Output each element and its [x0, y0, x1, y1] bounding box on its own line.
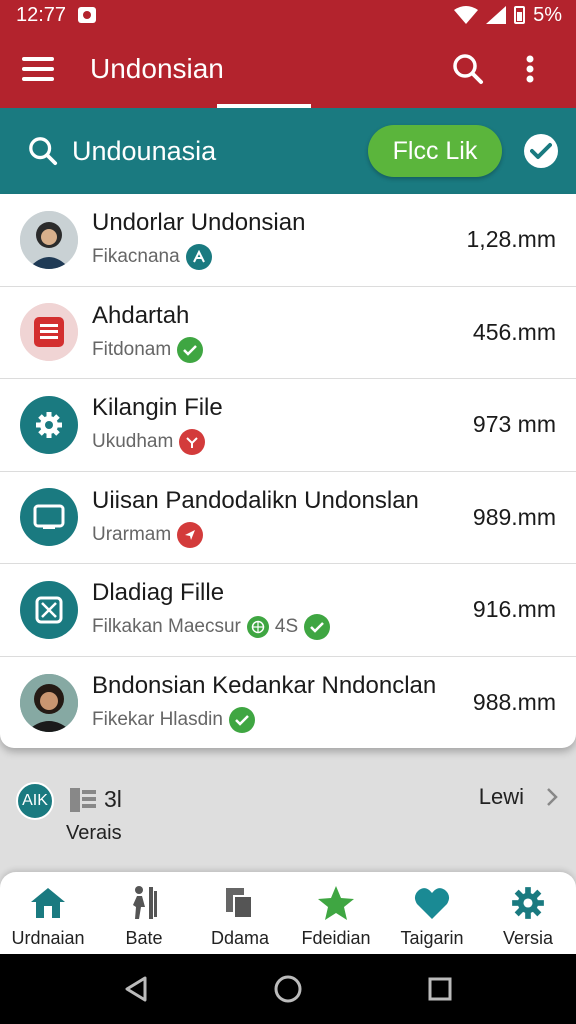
recents-icon[interactable] — [420, 969, 460, 1009]
file-subtitle: Filkakan Maecsur — [92, 616, 241, 638]
stack-icon — [70, 788, 96, 812]
file-extra: 4S — [274, 616, 299, 638]
battery-icon — [514, 6, 526, 24]
app-bar: Undonsian — [0, 30, 576, 108]
file-title: Kilangin File — [92, 394, 223, 422]
count-text: 3l — [104, 786, 122, 812]
star-icon — [317, 884, 355, 922]
nav-label: Urdnaian — [11, 928, 85, 948]
nav-label: Versia — [502, 928, 554, 948]
file-row[interactable]: Uiisan Pandodalikn Undonslan Urarmam 989… — [0, 472, 576, 564]
notification-icon — [78, 7, 97, 23]
nav-item-home[interactable]: Urdnaian — [0, 872, 96, 954]
nav-item-favorites[interactable]: Fdeidian — [288, 872, 384, 954]
heart-icon — [414, 884, 450, 922]
documents-icon — [224, 884, 256, 922]
view-more-label: Lewi — [478, 784, 524, 809]
image-box-icon — [20, 580, 78, 639]
file-size: 916.mm — [472, 596, 556, 623]
send-icon — [177, 521, 204, 548]
bottom-nav: Urdnaian Bate Ddama Fdeidian Taigarin Ve… — [0, 872, 576, 954]
account-badge[interactable]: AIK — [16, 782, 54, 820]
person-photo-icon — [20, 210, 78, 269]
file-row[interactable]: Undorlar Undonsian Fikacnana 1,28.mm — [0, 194, 576, 287]
nav-item-heart[interactable]: Taigarin — [384, 872, 480, 954]
screen-icon — [20, 488, 78, 547]
search-input[interactable]: Undounasia — [72, 136, 368, 167]
file-size: 1,28.mm — [466, 226, 556, 253]
share-icon — [179, 429, 206, 456]
status-bar: 12:77 5% — [0, 0, 576, 30]
signal-icon — [486, 6, 507, 24]
file-size: 456.mm — [472, 318, 556, 345]
check-icon — [304, 614, 331, 641]
system-nav — [0, 954, 576, 1024]
file-size: 989.mm — [472, 503, 556, 530]
person-photo-icon — [20, 673, 78, 732]
app-title: Undonsian — [90, 53, 224, 84]
file-size: 988.mm — [472, 689, 556, 716]
gear-icon — [20, 395, 78, 454]
share-icon — [185, 244, 212, 271]
file-row[interactable]: Bndonsian Kedankar Nndonclan Fikekar Hla… — [0, 657, 576, 749]
nav-item-bate[interactable]: Bate — [96, 872, 192, 954]
search-bar: Undounasia Flcc Lik — [0, 108, 576, 194]
nav-label: Taigarin — [400, 928, 464, 948]
file-size: 973 mm — [472, 411, 556, 438]
globe-icon — [246, 616, 269, 639]
file-title: Ahdartah — [92, 301, 190, 329]
file-subtitle: Urarmam — [92, 523, 172, 545]
chevron-right-icon — [547, 788, 558, 806]
more-options-icon[interactable] — [506, 45, 554, 93]
file-title: Dladiag Fille — [92, 579, 225, 607]
menu-icon[interactable] — [22, 57, 54, 81]
search-icon[interactable] — [444, 45, 492, 93]
home-icon — [29, 884, 67, 922]
wifi-icon — [454, 6, 479, 24]
file-row[interactable]: Kilangin File Ukudham 973 mm — [0, 379, 576, 472]
document-icon — [20, 303, 78, 362]
check-icon — [228, 707, 255, 734]
check-icon[interactable] — [524, 134, 558, 168]
nav-label: Fdeidian — [301, 928, 371, 948]
nav-item-ddama[interactable]: Ddama — [192, 872, 288, 954]
check-icon — [177, 336, 204, 363]
nav-label: Bate — [125, 928, 163, 948]
status-time: 12:77 — [16, 3, 67, 26]
search-icon — [29, 137, 58, 166]
summary-section: AIK 3l Verais Lewi — [0, 770, 576, 860]
file-list: Undorlar Undonsian Fikacnana 1,28.mm Ahd… — [0, 194, 576, 748]
file-title: Uiisan Pandodalikn Undonslan — [92, 486, 419, 514]
walking-person-icon — [127, 884, 161, 922]
file-subtitle: Ukudham — [92, 431, 174, 453]
file-subtitle: Fitdonam — [92, 338, 172, 360]
nav-item-settings[interactable]: Versia — [480, 872, 576, 954]
home-button-icon[interactable] — [268, 969, 308, 1009]
gear-icon — [511, 884, 545, 922]
filter-button[interactable]: Flcc Lik — [368, 125, 502, 177]
file-row[interactable]: Dladiag Fille Filkakan Maecsur 4S 916.mm — [0, 564, 576, 657]
file-subtitle: Fikacnana — [92, 246, 180, 268]
file-row[interactable]: Ahdartah Fitdonam 456.mm — [0, 287, 576, 379]
versions-label: Verais — [66, 822, 122, 844]
file-title: Bndonsian Kedankar Nndonclan — [92, 672, 437, 700]
back-icon[interactable] — [116, 969, 156, 1009]
view-more-link[interactable]: Lewi — [479, 784, 558, 810]
battery-text: 5% — [533, 3, 562, 26]
nav-label: Ddama — [210, 928, 270, 948]
file-subtitle: Fikekar Hlasdin — [92, 709, 223, 731]
file-title: Undorlar Undonsian — [92, 209, 306, 237]
